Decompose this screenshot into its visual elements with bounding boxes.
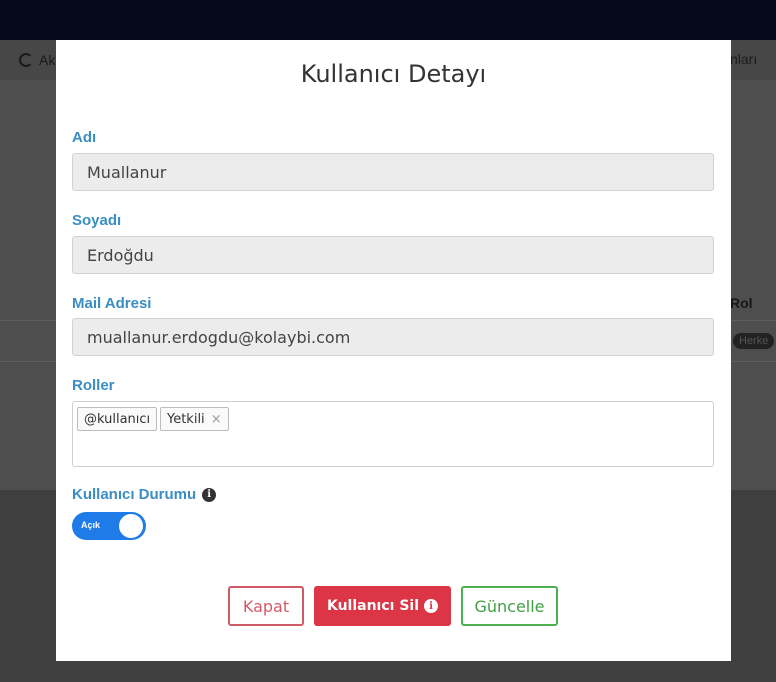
role-tag-kullanici: @kullanıcı: [77, 407, 158, 431]
first-name-field[interactable]: Muallanur: [72, 153, 714, 191]
email-label: Mail Adresi: [72, 295, 152, 312]
app-role-badge: Herke: [733, 333, 775, 349]
user-status-label: Kullanıcı Durumu: [72, 486, 197, 503]
update-button[interactable]: Güncelle: [461, 586, 558, 626]
role-tag-label: @kullanıcı: [84, 411, 151, 427]
app-subbar-right-text: nları: [730, 51, 758, 67]
roles-label: Roller: [72, 377, 115, 394]
toggle-knob: [119, 514, 143, 538]
role-tag-yetkili: Yetkili ×: [160, 407, 229, 431]
role-tag-label: Yetkili: [167, 411, 205, 427]
app-top-navbar: [0, 0, 776, 40]
app-subbar-left-text: Ak: [39, 52, 56, 68]
app-column-header-rol: Rol: [730, 295, 753, 311]
user-status-toggle[interactable]: Açık: [72, 512, 146, 540]
spinner-icon: [19, 53, 33, 67]
close-button[interactable]: Kapat: [228, 586, 304, 626]
last-name-field[interactable]: Erdoğdu: [72, 236, 714, 274]
user-status-row: Kullanıcı Durumu i: [72, 486, 217, 503]
toggle-state-label: Açık: [81, 520, 101, 530]
email-field[interactable]: muallanur.erdogdu@kolaybi.com: [72, 318, 714, 356]
first-name-label: Adı: [72, 129, 97, 146]
info-icon: i: [424, 599, 439, 613]
user-detail-modal: Kullanıcı Detayı Adı Muallanur Soyadı Er…: [56, 40, 731, 661]
roles-multiselect[interactable]: @kullanıcı Yetkili ×: [72, 401, 714, 467]
modal-title: Kullanıcı Detayı: [300, 60, 487, 88]
delete-user-label: Kullanıcı Sil: [326, 598, 420, 614]
info-icon[interactable]: i: [202, 487, 217, 502]
remove-tag-icon[interactable]: ×: [211, 412, 222, 427]
app-subbar-left: Ak: [19, 52, 55, 68]
last-name-label: Soyadı: [72, 212, 122, 229]
delete-user-button[interactable]: Kullanıcı Sil i: [314, 586, 451, 626]
